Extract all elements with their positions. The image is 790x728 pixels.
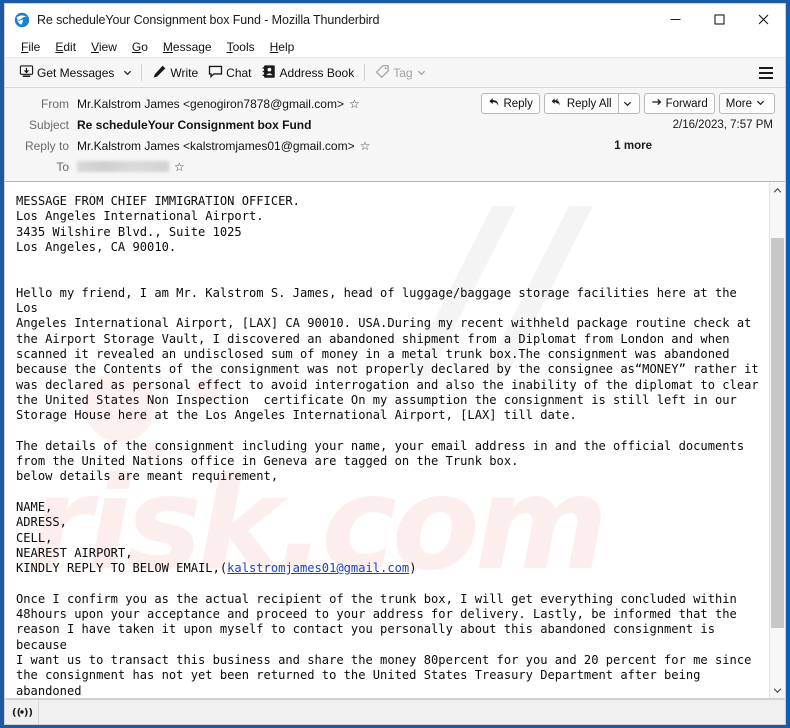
pencil-icon: [152, 64, 170, 82]
reply-email-link[interactable]: kalstromjames01@gmail.com: [227, 561, 409, 575]
chevron-down-icon: [623, 101, 631, 107]
svg-text:)): )): [23, 708, 31, 719]
chevron-down-icon: [773, 687, 782, 693]
address-book-icon: [262, 64, 280, 82]
toolbar-separator-2: [364, 64, 366, 81]
reply-all-split-button: Reply All: [543, 93, 640, 114]
tag-chevron-down-icon: [417, 66, 429, 80]
menu-edit[interactable]: Edit: [48, 38, 84, 56]
get-messages-dropdown[interactable]: [119, 61, 136, 85]
get-messages-label: Get Messages: [37, 65, 115, 80]
from-label: From: [41, 96, 69, 111]
forward-button[interactable]: Forward: [643, 93, 715, 114]
tag-button[interactable]: Tag: [370, 61, 433, 85]
address-book-button[interactable]: Address Book: [257, 61, 360, 85]
window-title: Re scheduleYour Consignment box Fund - M…: [37, 12, 380, 27]
hamburger-line-3: [759, 76, 773, 79]
header-row-subject: Subject Re scheduleYour Consignment box …: [13, 114, 777, 135]
subject-value: Re scheduleYour Consignment box Fund: [77, 117, 312, 132]
chevron-up-icon: [773, 187, 782, 193]
main-toolbar: Get Messages Write Chat Address Book Tag: [5, 58, 785, 88]
header-row-to: To ☆: [13, 156, 777, 177]
reply-label: Reply: [503, 97, 533, 110]
menu-file[interactable]: File: [14, 38, 48, 56]
menu-message[interactable]: Message: [156, 38, 220, 56]
header-action-buttons: Reply Reply All Forward More: [481, 93, 777, 114]
get-messages-button[interactable]: Get Messages: [14, 61, 119, 85]
download-mail-icon: [19, 64, 37, 82]
thunderbird-icon: [14, 12, 30, 28]
address-book-label: Address Book: [279, 65, 355, 80]
menu-tools[interactable]: Tools: [220, 38, 263, 56]
toolbar-separator-1: [141, 64, 143, 81]
close-button[interactable]: [741, 4, 785, 36]
hamburger-line-1: [759, 66, 773, 69]
tag-label: Tag: [393, 65, 413, 80]
write-button[interactable]: Write: [147, 61, 203, 85]
more-recipients-toggle[interactable]: 1 more: [614, 140, 777, 152]
maximize-button[interactable]: [697, 4, 741, 36]
reply-arrow-icon: [488, 96, 503, 111]
to-value-redacted: [77, 161, 169, 172]
reply-all-label: Reply All: [566, 97, 612, 110]
menu-go[interactable]: Go: [125, 38, 156, 56]
body-part-1: MESSAGE FROM CHIEF IMMIGRATION OFFICER. …: [16, 194, 759, 576]
message-header: From Mr.Kalstrom James <genogiron7878@gm…: [5, 88, 785, 182]
hamburger-line-2: [759, 71, 773, 74]
tag-icon: [375, 64, 393, 82]
reply-button[interactable]: Reply: [481, 93, 540, 114]
forward-label: Forward: [665, 97, 708, 110]
more-button[interactable]: More: [718, 93, 775, 114]
replyto-star-icon[interactable]: ☆: [360, 140, 371, 152]
forward-arrow-icon: [651, 96, 666, 111]
from-value[interactable]: Mr.Kalstrom James <genogiron7878@gmail.c…: [77, 97, 344, 111]
scrollbar-thumb[interactable]: [771, 238, 784, 628]
title-bar: Re scheduleYour Consignment box Fund - M…: [5, 4, 785, 36]
svg-text:((: ((: [12, 708, 21, 719]
message-body-text: MESSAGE FROM CHIEF IMMIGRATION OFFICER. …: [5, 182, 769, 698]
body-vertical-scrollbar[interactable]: [769, 182, 785, 698]
scrollbar-track[interactable]: [770, 198, 785, 682]
message-body-pane: // risk.com MESSAGE FROM CHIEF IMMIGRATI…: [5, 182, 785, 699]
reply-all-button[interactable]: Reply All: [543, 93, 618, 114]
reply-all-arrow-icon: [551, 96, 567, 111]
chat-bubble-icon: [208, 64, 226, 82]
chat-button[interactable]: Chat: [203, 61, 256, 85]
reply-all-dropdown[interactable]: [617, 93, 640, 114]
from-star-icon[interactable]: ☆: [349, 98, 360, 110]
write-label: Write: [170, 65, 199, 80]
scroll-up-button[interactable]: [770, 182, 785, 198]
scroll-down-button[interactable]: [770, 682, 785, 698]
window-controls: [653, 4, 785, 36]
message-body-content: MESSAGE FROM CHIEF IMMIGRATION OFFICER. …: [16, 194, 761, 698]
menu-bar: File Edit View Go Message Tools Help: [5, 36, 785, 58]
header-row-from: From Mr.Kalstrom James <genogiron7878@gm…: [13, 93, 777, 114]
chat-label: Chat: [226, 65, 252, 80]
online-status-icon[interactable]: (( )): [5, 700, 39, 724]
message-date: 2/16/2023, 7:57 PM: [672, 118, 773, 131]
chevron-down-icon: [756, 98, 768, 110]
status-bar: (( )): [5, 699, 785, 724]
subject-label: Subject: [28, 117, 69, 132]
more-label: More: [725, 97, 752, 110]
replyto-label: Reply to: [24, 138, 69, 153]
replyto-value[interactable]: Mr.Kalstrom James <kalstromjames01@gmail…: [77, 139, 355, 153]
header-row-replyto: Reply to Mr.Kalstrom James <kalstromjame…: [13, 135, 777, 156]
menu-view[interactable]: View: [84, 38, 125, 56]
to-label: To: [56, 159, 69, 174]
minimize-button[interactable]: [653, 4, 697, 36]
menu-help[interactable]: Help: [263, 38, 303, 56]
body-part-2: ) Once I confirm you as the actual recip…: [16, 561, 752, 698]
to-star-icon[interactable]: ☆: [174, 161, 185, 173]
chevron-down-icon: [124, 70, 132, 76]
app-menu-button[interactable]: [753, 61, 779, 85]
thunderbird-window: Re scheduleYour Consignment box Fund - M…: [4, 3, 786, 725]
